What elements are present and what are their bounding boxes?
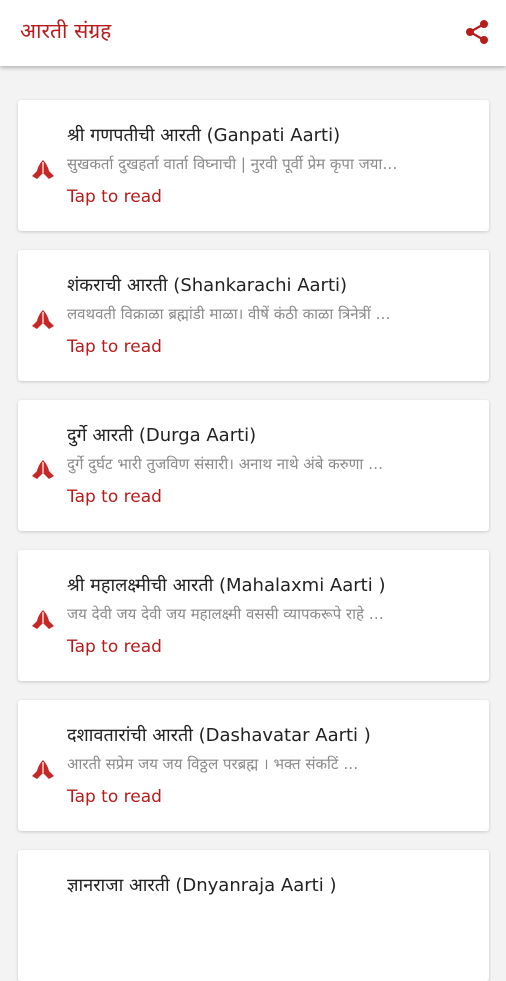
aarti-snippet: आरती सप्रेम जय जय विठ्ठल परब्रह्म । भक्त… — [67, 755, 359, 773]
praying-hands-icon — [32, 310, 54, 329]
share-icon — [466, 20, 488, 44]
aarti-card-ganpati[interactable]: श्री गणपतीची आरती (Ganpati Aarti) सुखकर्… — [18, 100, 489, 231]
app-bar: आरती संग्रह — [0, 0, 506, 66]
tap-to-read-link[interactable]: Tap to read — [67, 785, 162, 809]
aarti-card-dashavatar[interactable]: दशावतारांची आरती (Dashavatar Aarti ) आरत… — [18, 700, 489, 831]
praying-hands-icon — [32, 610, 54, 629]
aarti-title: दशावतारांची आरती (Dashavatar Aarti ) — [67, 725, 371, 746]
aarti-title: श्री गणपतीची आरती (Ganpati Aarti) — [67, 125, 341, 146]
praying-hands-icon — [32, 160, 54, 179]
tap-to-read-link[interactable]: Tap to read — [67, 485, 162, 509]
aarti-title: दुर्गे आरती (Durga Aarti) — [67, 425, 257, 446]
aarti-card-dnyanraja[interactable]: ज्ञानराजा आरती (Dnyanraja Aarti ) — [18, 850, 489, 981]
share-button[interactable] — [464, 18, 490, 46]
tap-to-read-link[interactable]: Tap to read — [67, 635, 162, 659]
aarti-card-mahalaxmi[interactable]: श्री महालक्ष्मीची आरती (Mahalaxmi Aarti … — [18, 550, 489, 681]
aarti-card-durga[interactable]: दुर्गे आरती (Durga Aarti) दुर्गे दुर्घट … — [18, 400, 489, 531]
praying-hands-icon — [32, 460, 54, 479]
aarti-title: श्री महालक्ष्मीची आरती (Mahalaxmi Aarti … — [67, 575, 386, 596]
aarti-snippet: दुर्गे दुर्घट भारी तुजविण संसारी। अनाथ न… — [67, 455, 384, 473]
aarti-card-shankar[interactable]: शंकराची आरती (Shankarachi Aarti) लवथवती … — [18, 250, 489, 381]
aarti-snippet: जय देवी जय देवी जय महालक्ष्मी वससी व्याप… — [67, 605, 384, 623]
aarti-snippet: सुखकर्ता दुखहर्ता वार्ता विघ्नाची | नुरव… — [67, 155, 398, 173]
app-title: आरती संग्रह — [20, 19, 112, 43]
praying-hands-icon — [32, 760, 54, 779]
tap-to-read-link[interactable]: Tap to read — [67, 335, 162, 359]
aarti-title: ज्ञानराजा आरती (Dnyanraja Aarti ) — [67, 875, 337, 896]
aarti-title: शंकराची आरती (Shankarachi Aarti) — [67, 275, 348, 296]
aarti-snippet: लवथवती विक्राळा ब्रह्मांडी माळा। वीषें क… — [67, 305, 391, 323]
tap-to-read-link[interactable]: Tap to read — [67, 185, 162, 209]
